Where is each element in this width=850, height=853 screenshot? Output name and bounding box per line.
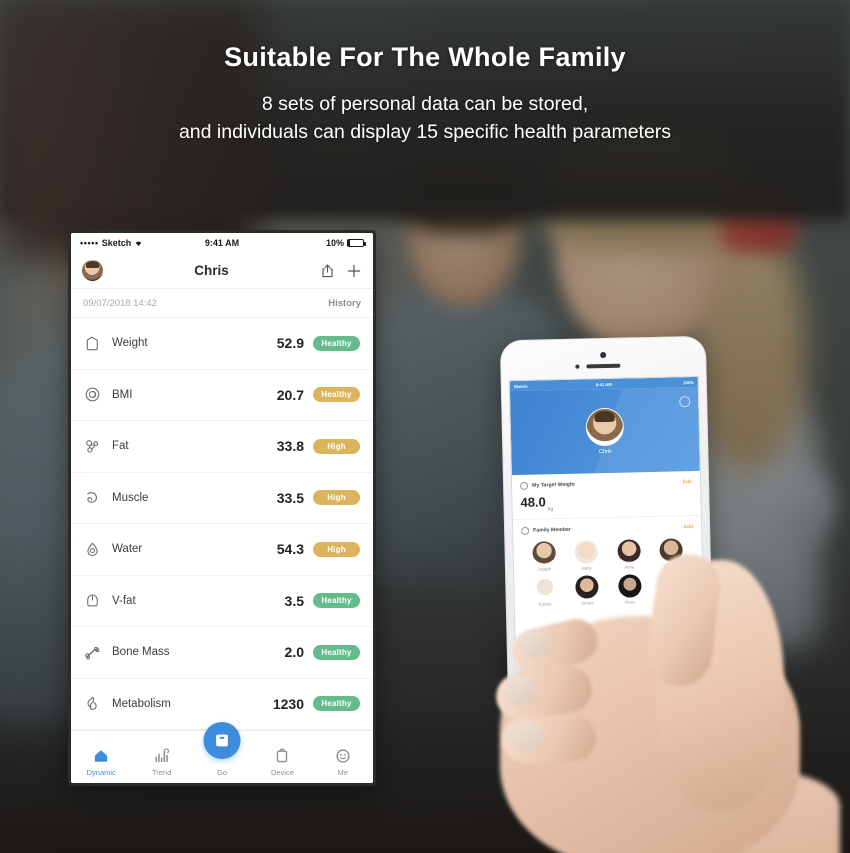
- tab-go[interactable]: Go: [192, 722, 252, 777]
- status-bar-right: 10%: [269, 238, 367, 248]
- metric-label: Water: [112, 543, 143, 556]
- tab-label: Device: [270, 768, 294, 777]
- status-badge: Healthy: [313, 644, 360, 660]
- water-drop-icon: [83, 540, 110, 559]
- device-icon: [273, 746, 291, 765]
- tab-label: Trend: [151, 768, 172, 777]
- tab-device[interactable]: Device: [252, 746, 312, 777]
- target-icon: [520, 481, 529, 490]
- nav-bar: Chris: [71, 253, 373, 289]
- tab-bar: Dynamic Trend Go Device Me: [71, 722, 373, 783]
- avatar[interactable]: [82, 260, 103, 281]
- nav-actions: [320, 263, 362, 279]
- edit-link[interactable]: Edit: [683, 479, 693, 485]
- phone-left: ••••• Sketch 9:41 AM 10% Chris 09/07/201…: [68, 230, 376, 786]
- page-subtitle: 8 sets of personal data can be stored, a…: [0, 90, 850, 147]
- table-row[interactable]: Bone Mass 2.0 Healthy: [71, 627, 373, 679]
- target-card-title: My Target Weight: [532, 481, 575, 489]
- chart-icon: [153, 746, 171, 765]
- proximity-sensor: [575, 364, 579, 369]
- status-time: 9:41 AM: [204, 238, 240, 248]
- subtitle-line-2: and individuals can display 15 specific …: [178, 121, 672, 144]
- fingernail-3: [511, 721, 545, 753]
- target-card-header: My Target Weight Edit: [520, 478, 692, 490]
- carrier-label: Sketch: [101, 238, 132, 248]
- battery-icon: [347, 239, 367, 247]
- status-badge: High: [313, 541, 360, 557]
- avatar[interactable]: [585, 407, 625, 446]
- target-weight-value: 48.0 kg: [520, 491, 692, 512]
- tab-me[interactable]: Me: [313, 746, 373, 777]
- target-weight-unit: kg: [547, 505, 554, 512]
- date-bar: 09/07/2018 14:42 History: [71, 289, 373, 318]
- table-row[interactable]: Fat 33.8 High: [71, 421, 373, 473]
- plus-icon[interactable]: [346, 263, 362, 279]
- status-badge: Healthy: [313, 387, 360, 403]
- battery-percent-label: 10%: [326, 238, 345, 248]
- table-row[interactable]: Weight 52.9 Healthy: [71, 318, 373, 370]
- metric-label: Muscle: [112, 491, 149, 504]
- signal-dots-icon: •••••: [80, 238, 99, 248]
- bmi-dial-icon: [83, 385, 110, 404]
- tab-dynamic[interactable]: Dynamic: [71, 746, 131, 777]
- phone-left-screen: ••••• Sketch 9:41 AM 10% Chris 09/07/201…: [71, 233, 373, 783]
- metric-label: Metabolism: [112, 697, 171, 710]
- metric-value: 52.9: [276, 335, 304, 352]
- metric-value: 1230: [272, 695, 304, 712]
- table-row[interactable]: Muscle 33.5 High: [71, 472, 373, 524]
- table-row[interactable]: Water 54.3 High: [71, 524, 373, 576]
- status-time-right: 9:41 AM: [595, 381, 612, 387]
- tab-label: Dynamic: [86, 768, 116, 777]
- hand-holding-phone: [420, 520, 850, 853]
- profile-hero: Chris: [509, 386, 700, 476]
- scale-icon[interactable]: [203, 722, 241, 759]
- subtitle-line-1: 8 sets of personal data can be stored,: [261, 93, 589, 115]
- fat-cells-icon: [83, 437, 110, 456]
- metric-value: 54.3: [276, 541, 304, 558]
- metric-label: Bone Mass: [112, 646, 170, 659]
- metabolism-icon: [83, 694, 110, 713]
- page-title: Suitable For The Whole Family: [224, 42, 626, 72]
- measurement-timestamp: 09/07/2018 14:42: [83, 297, 157, 309]
- target-weight-number: 48.0: [520, 494, 546, 510]
- share-icon[interactable]: [320, 263, 335, 278]
- status-badge: High: [313, 438, 360, 454]
- tab-label: Go: [217, 768, 228, 777]
- battery-percent-right: 100%: [683, 379, 694, 385]
- table-row[interactable]: V-fat 3.5 Healthy: [71, 575, 373, 627]
- metric-label: Weight: [112, 337, 148, 350]
- tab-label: Me: [337, 768, 349, 777]
- bone-icon: [83, 643, 110, 662]
- page-title-user: Chris: [194, 263, 229, 278]
- weight-scale-icon: [83, 334, 110, 353]
- metric-value: 20.7: [276, 386, 304, 403]
- metric-value: 33.8: [276, 438, 304, 455]
- carrier-label-right: Sketch: [513, 383, 528, 389]
- metrics-list: Weight 52.9 Healthy BMI 20.7 Healthy Fat 33.8 Hi…: [71, 318, 373, 730]
- muscle-arm-icon: [83, 488, 110, 507]
- gear-icon[interactable]: [679, 396, 691, 408]
- smiley-icon: [334, 746, 352, 765]
- tab-trend[interactable]: Trend: [131, 746, 191, 777]
- status-badge: High: [313, 490, 360, 506]
- wifi-icon: [135, 241, 142, 246]
- status-badge: Healthy: [313, 335, 360, 351]
- status-bar: ••••• Sketch 9:41 AM 10%: [71, 233, 373, 253]
- status-bar-left: ••••• Sketch: [80, 238, 175, 248]
- metric-label: V-fat: [112, 594, 136, 607]
- metric-label: BMI: [112, 388, 133, 401]
- table-row[interactable]: BMI 20.7 Healthy: [71, 369, 373, 421]
- metric-value: 33.5: [276, 489, 304, 506]
- status-badge: Healthy: [313, 593, 360, 609]
- profile-name: Chris: [598, 448, 612, 455]
- metric-label: Fat: [112, 440, 129, 453]
- visceral-fat-icon: [83, 591, 110, 610]
- metric-value: 3.5: [284, 592, 304, 609]
- target-weight-card: My Target Weight Edit 48.0 kg: [511, 470, 701, 520]
- metric-value: 2.0: [284, 644, 304, 661]
- status-badge: Healthy: [313, 696, 360, 712]
- history-link[interactable]: History: [328, 298, 361, 309]
- headline-block: Suitable For The Whole Family 8 sets of …: [0, 42, 850, 147]
- home-icon: [92, 746, 110, 765]
